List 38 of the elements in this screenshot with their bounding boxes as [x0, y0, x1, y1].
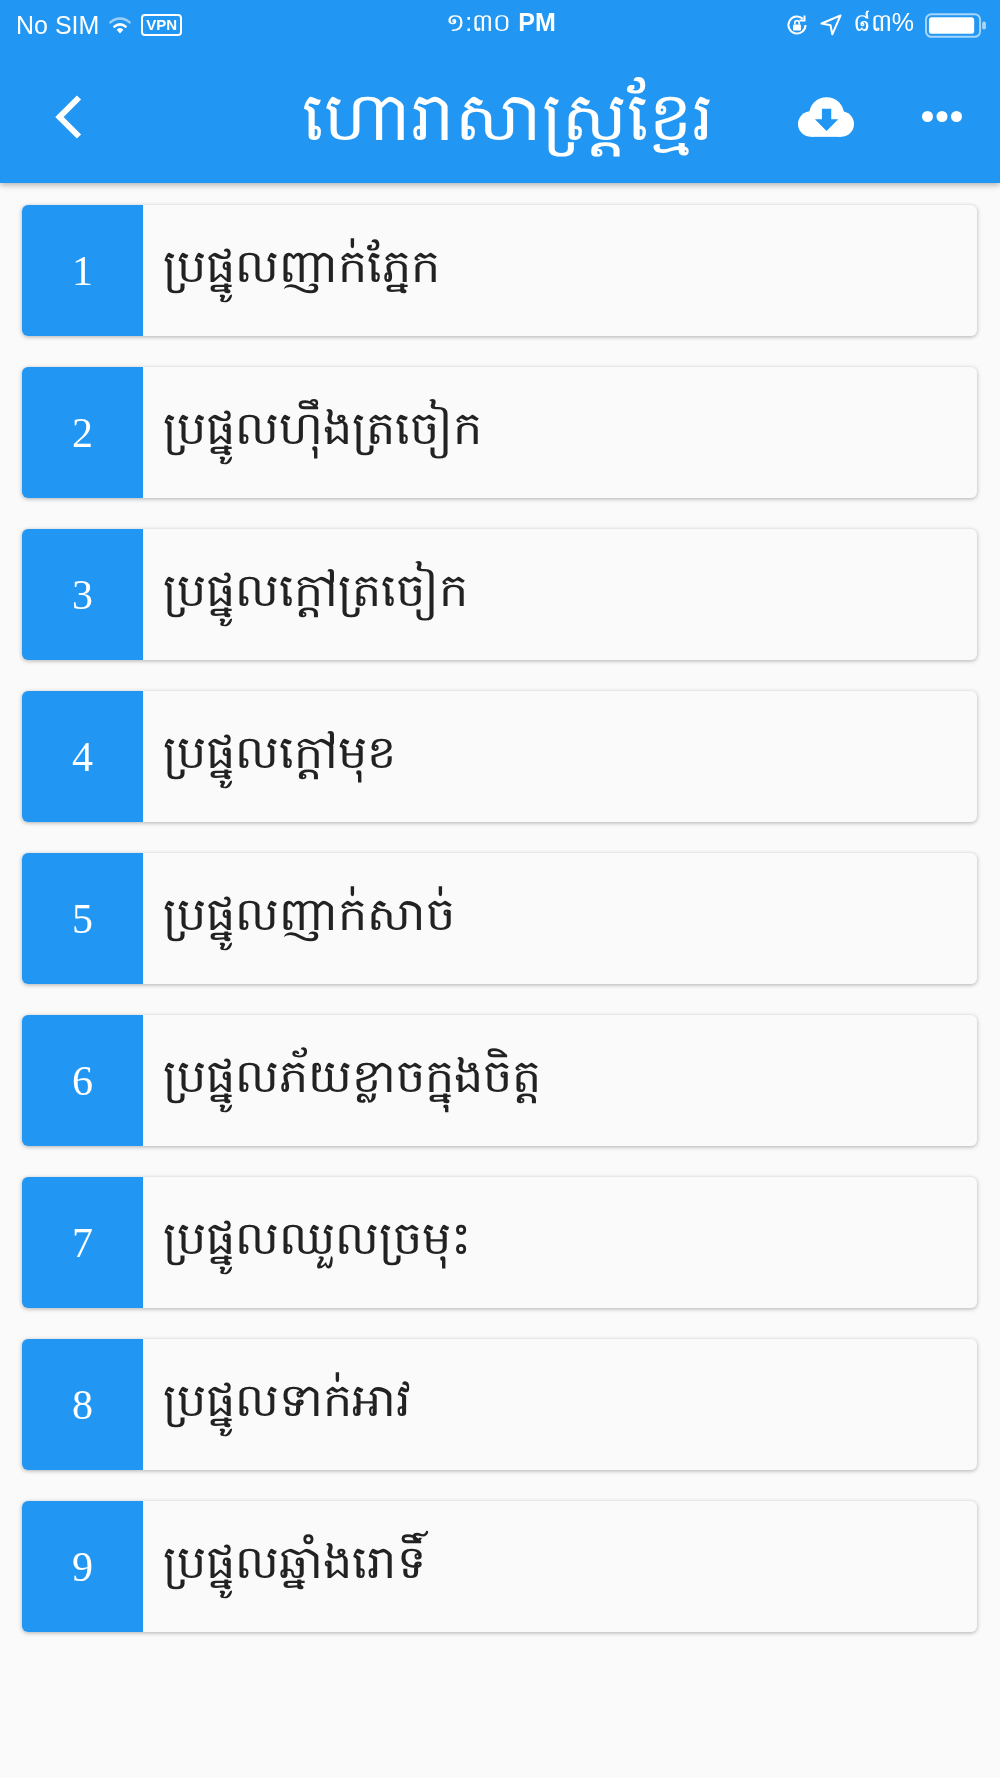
- list-item[interactable]: 8 ប្រផ្នូលទាក់អាវ: [22, 1339, 977, 1470]
- clock-time: ១:៣០ PM: [446, 7, 556, 38]
- vpn-badge: VPN: [141, 14, 183, 36]
- back-icon[interactable]: [53, 93, 83, 140]
- list-item[interactable]: 9 ប្រផ្នូលឆ្នាំងរោទិ៍: [22, 1501, 977, 1632]
- battery-percentage: ៨៣%: [852, 7, 914, 38]
- list-item[interactable]: 7 ប្រផ្នូលឈួលច្រមុះ: [22, 1177, 977, 1308]
- item-title: ប្រផ្នូលឈួលច្រមុះ: [163, 1209, 471, 1276]
- item-title: ប្រផ្នូលញាក់សាច់: [163, 885, 455, 952]
- number-tile: 2: [22, 367, 143, 498]
- list-item[interactable]: 3 ប្រផ្នូលក្តៅត្រចៀក: [22, 529, 977, 660]
- cloud-download-icon[interactable]: [798, 96, 854, 137]
- number-tile: 5: [22, 853, 143, 984]
- carrier-name: No SIM: [16, 10, 100, 40]
- item-title: ប្រផ្នូលហ៊ឹងត្រចៀក: [163, 399, 482, 466]
- rotation-lock-icon: [784, 13, 809, 37]
- more-icon[interactable]: [922, 111, 962, 122]
- item-title: ប្រផ្នូលញាក់ភ្នែក: [163, 237, 440, 304]
- item-title: ប្រផ្នូលទាក់អាវ: [163, 1371, 411, 1438]
- list-item[interactable]: 2 ប្រផ្នូលហ៊ឹងត្រចៀក: [22, 367, 977, 498]
- wifi-icon: [108, 16, 133, 34]
- list-item[interactable]: 6 ប្រផ្នូលភ័យខ្លាចក្នុងចិត្ត: [22, 1015, 977, 1146]
- app-title: ហោរាសាស្ត្រខ្មែរ: [301, 75, 714, 158]
- list-item[interactable]: 4 ប្រផ្នូលក្តៅមុខ: [22, 691, 977, 822]
- list-item[interactable]: 5 ប្រផ្នូលញាក់សាច់: [22, 853, 977, 984]
- number-tile: 1: [22, 205, 143, 336]
- list-item[interactable]: 1 ប្រផ្នូលញាក់ភ្នែក: [22, 205, 977, 336]
- number-tile: 8: [22, 1339, 143, 1470]
- item-title: ប្រផ្នូលក្តៅត្រចៀក: [163, 561, 468, 628]
- battery-icon: [925, 12, 986, 38]
- item-title: ប្រផ្នូលក្តៅមុខ: [163, 723, 396, 790]
- location-arrow-icon: [819, 14, 842, 36]
- number-tile: 7: [22, 1177, 143, 1308]
- number-tile: 3: [22, 529, 143, 660]
- number-tile: 6: [22, 1015, 143, 1146]
- item-title: ប្រផ្នូលភ័យខ្លាចក្នុងចិត្ត: [163, 1047, 541, 1114]
- number-tile: 9: [22, 1501, 143, 1632]
- number-tile: 4: [22, 691, 143, 822]
